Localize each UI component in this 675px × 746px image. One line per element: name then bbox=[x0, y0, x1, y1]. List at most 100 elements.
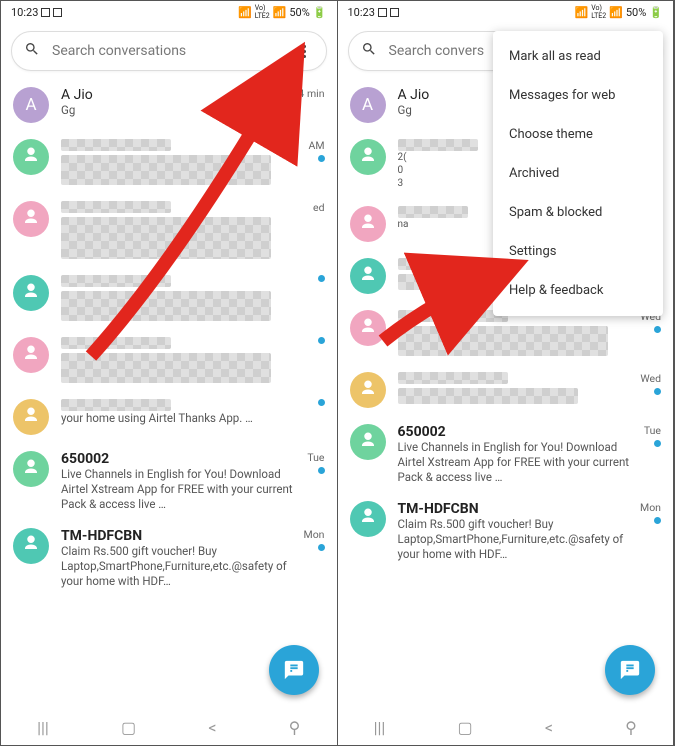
new-chat-fab[interactable] bbox=[269, 645, 319, 695]
redacted-name bbox=[398, 310, 508, 322]
menu-spam-blocked[interactable]: Spam & blocked bbox=[493, 193, 663, 232]
search-icon bbox=[361, 41, 377, 61]
signal-icon: 📶 bbox=[273, 6, 287, 19]
unread-dot bbox=[654, 440, 661, 447]
timestamp: Mon bbox=[640, 501, 661, 514]
nav-back-icon[interactable]: < bbox=[545, 718, 553, 737]
nav-back-icon[interactable]: < bbox=[208, 718, 216, 737]
redacted-preview bbox=[61, 155, 271, 185]
conversation-row[interactable]: 650002 Live Channels in English for You!… bbox=[338, 416, 674, 493]
screen-left: 10:23 📶 Vo)LTE2 📶 50% 🔋 Search conversat… bbox=[1, 1, 338, 745]
unread-dot bbox=[318, 337, 325, 344]
avatar bbox=[350, 310, 386, 346]
conversation-row[interactable]: TM-HDFCBN Claim Rs.500 gift voucher! Buy… bbox=[1, 520, 337, 597]
redacted-name bbox=[398, 206, 468, 218]
avatar bbox=[350, 258, 386, 294]
contact-name: TM-HDFCBN bbox=[61, 528, 304, 544]
menu-messages-for-web[interactable]: Messages for web bbox=[493, 76, 663, 115]
conversation-row[interactable]: 650002 Live Channels in English for You!… bbox=[1, 443, 337, 520]
nav-accessibility-icon[interactable]: ⚲ bbox=[289, 718, 301, 737]
avatar bbox=[350, 139, 386, 175]
timestamp: Wed bbox=[640, 372, 661, 385]
battery-text: 50% bbox=[626, 6, 646, 19]
avatar bbox=[350, 424, 386, 460]
timestamp: ed bbox=[313, 201, 325, 214]
conversation-row[interactable]: your home using Airtel Thanks App. … bbox=[1, 391, 337, 443]
avatar bbox=[13, 139, 49, 175]
new-chat-fab[interactable] bbox=[605, 645, 655, 695]
nav-recents-icon[interactable]: ||| bbox=[374, 718, 386, 737]
redacted-name bbox=[398, 258, 508, 270]
redacted-name bbox=[61, 201, 171, 213]
more-options-icon[interactable] bbox=[296, 45, 314, 58]
redacted-preview bbox=[61, 291, 271, 321]
unread-dot bbox=[318, 275, 325, 282]
menu-choose-theme[interactable]: Choose theme bbox=[493, 115, 663, 154]
status-time: 10:23 bbox=[348, 6, 375, 19]
timestamp: AM bbox=[308, 139, 324, 152]
redacted-preview bbox=[61, 353, 271, 383]
volte-icon: Vo)LTE2 bbox=[255, 4, 270, 20]
redacted-name bbox=[398, 139, 478, 151]
search-icon bbox=[24, 41, 40, 61]
wifi-icon: 📶 bbox=[238, 6, 252, 19]
status-time: 10:23 bbox=[11, 6, 38, 19]
signal-icon: 📶 bbox=[609, 6, 623, 19]
battery-icon: 🔋 bbox=[313, 6, 327, 19]
avatar: A bbox=[350, 87, 386, 123]
redacted-preview bbox=[398, 326, 608, 356]
contact-name: TM-HDFCBN bbox=[398, 501, 641, 517]
redacted-preview bbox=[398, 274, 508, 290]
timestamp: Tue bbox=[307, 451, 324, 464]
search-placeholder: Search conversations bbox=[52, 43, 296, 59]
avatar bbox=[13, 528, 49, 564]
search-bar[interactable]: Search conversations bbox=[11, 31, 327, 71]
timestamp: Tue bbox=[644, 424, 661, 437]
conversation-row[interactable]: Wed bbox=[338, 364, 674, 416]
avatar bbox=[350, 206, 386, 242]
menu-help-feedback[interactable]: Help & feedback bbox=[493, 271, 663, 310]
contact-name: 650002 bbox=[61, 451, 307, 467]
avatar bbox=[350, 372, 386, 408]
unread-dot bbox=[654, 326, 661, 333]
statusbar: 10:23 📶 Vo)LTE2 📶 50% 🔋 bbox=[1, 1, 337, 23]
redacted-name bbox=[61, 139, 171, 151]
redacted-name bbox=[398, 372, 508, 384]
menu-mark-all-read[interactable]: Mark all as read bbox=[493, 37, 663, 76]
menu-archived[interactable]: Archived bbox=[493, 154, 663, 193]
battery-icon: 🔋 bbox=[649, 6, 663, 19]
conversation-row[interactable]: A A Jio Gg 24 min bbox=[1, 79, 337, 131]
conversation-row[interactable]: AM bbox=[1, 131, 337, 193]
unread-dot bbox=[654, 388, 661, 395]
avatar bbox=[13, 399, 49, 435]
redacted-name bbox=[61, 399, 171, 411]
conversation-row[interactable]: ed bbox=[1, 193, 337, 267]
message-preview: Live Channels in English for You! Downlo… bbox=[61, 467, 307, 512]
redacted-preview bbox=[398, 388, 578, 404]
contact-name: A Jio bbox=[61, 87, 293, 103]
conversation-row[interactable]: TM-HDFCBN Claim Rs.500 gift voucher! Buy… bbox=[338, 493, 674, 570]
nav-bar: ||| ▢ < ⚲ bbox=[1, 709, 337, 745]
message-preview: Claim Rs.500 gift voucher! Buy Laptop,Sm… bbox=[398, 517, 641, 562]
nav-home-icon[interactable]: ▢ bbox=[458, 718, 473, 737]
contact-name: 650002 bbox=[398, 424, 644, 440]
message-preview: Gg bbox=[61, 103, 293, 118]
conversation-row[interactable] bbox=[1, 267, 337, 329]
unread-dot bbox=[318, 155, 325, 162]
timestamp: Mon bbox=[304, 528, 325, 541]
nav-recents-icon[interactable]: ||| bbox=[37, 718, 49, 737]
statusbar: 10:23 📶 Vo)LTE2 📶 50% 🔋 bbox=[338, 1, 674, 23]
unread-dot bbox=[654, 517, 661, 524]
redacted-name bbox=[61, 275, 171, 287]
message-preview: Live Channels in English for You! Downlo… bbox=[398, 440, 644, 485]
unread-dot bbox=[318, 544, 325, 551]
redacted-preview bbox=[61, 217, 271, 259]
menu-settings[interactable]: Settings bbox=[493, 232, 663, 271]
status-icon-1 bbox=[378, 8, 387, 17]
nav-accessibility-icon[interactable]: ⚲ bbox=[625, 718, 637, 737]
nav-home-icon[interactable]: ▢ bbox=[121, 718, 136, 737]
conversation-row[interactable] bbox=[1, 329, 337, 391]
message-preview: your home using Airtel Thanks App. … bbox=[61, 411, 312, 426]
volte-icon: Vo)LTE2 bbox=[591, 4, 606, 20]
status-icon-2 bbox=[53, 8, 62, 17]
